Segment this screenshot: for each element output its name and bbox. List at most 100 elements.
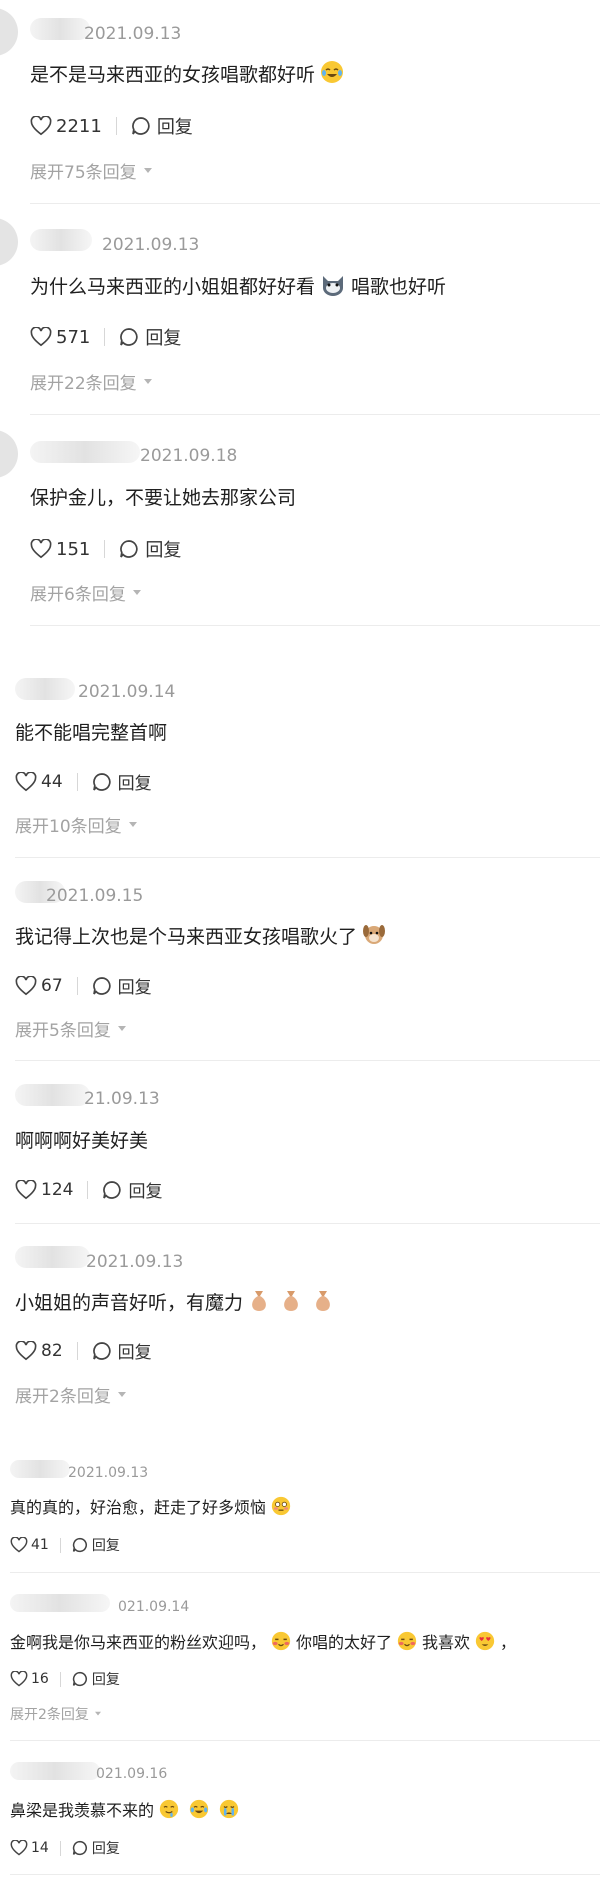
reply-label: 回复 [91,1672,120,1688]
heart-eyes-emoji-icon [475,1631,495,1651]
avatar[interactable] [0,8,18,56]
speech-bubble-icon [92,976,111,995]
reply-button[interactable]: 回复 [92,973,152,998]
username-blurred[interactable] [30,18,90,40]
reply-button[interactable]: 回复 [72,1535,120,1555]
like-count: 571 [56,326,91,348]
like-count: 2211 [56,115,102,137]
reply-label: 回复 [128,1182,163,1202]
expand-replies-button[interactable]: 展开10条回复 [15,812,138,837]
like-button[interactable]: 2211 [30,116,102,137]
reply-button[interactable]: 回复 [72,1838,120,1858]
expand-replies-button[interactable]: 展开75条回复 [30,158,153,183]
reply-button[interactable]: 回复 [131,113,193,139]
caret-down-icon [143,167,152,173]
blush-emoji-icon [271,1631,291,1651]
heart-icon [10,1537,28,1553]
like-count: 41 [31,1537,49,1553]
avatar[interactable] [0,430,18,478]
comment-actions: 44 回复 [15,769,152,794]
heart-icon [15,1179,37,1199]
username-blurred[interactable] [10,1762,100,1780]
caret-down-icon [94,1711,101,1716]
divider [76,976,78,995]
divider [104,328,106,346]
separator [10,1740,600,1741]
cat-emoji-icon [323,276,344,296]
username-blurred[interactable] [10,1460,70,1478]
reply-button[interactable]: 回复 [72,1669,120,1689]
reply-button[interactable]: 回复 [119,536,181,562]
comment-text: 啊啊啊好美好美 [15,1130,149,1152]
comment-text: 为什么马来西亚的小姐姐都好好看 唱歌也好听 [30,272,446,299]
reply-label: 回复 [145,328,182,349]
username-blurred[interactable] [15,1246,90,1268]
heart-icon [10,1671,28,1687]
comment-date: 2021.09.18 [140,446,238,466]
expand-replies-button[interactable]: 展开22条回复 [30,369,153,394]
expand-replies-button[interactable]: 展开2条回复 [15,1382,127,1407]
expand-replies-label: 展开6条回复 [30,585,126,605]
expand-replies-button[interactable]: 展开2条回复 [10,1704,102,1724]
comment-actions: 67 回复 [15,973,152,998]
separator [30,414,600,415]
username-blurred[interactable] [15,678,75,700]
money-bag-emoji-icon [284,1291,298,1311]
like-button[interactable]: 67 [15,975,63,996]
divider [59,1671,61,1687]
speech-bubble-icon [92,1341,111,1360]
like-count: 151 [56,538,91,560]
comment-date: 021.09.16 [96,1766,168,1782]
comment-date: 2021.09.14 [78,682,176,702]
like-button[interactable]: 41 [10,1537,49,1553]
comment-actions: 151 回复 [30,536,181,562]
caret-down-icon [143,378,152,384]
comment-actions: 16 回复 [10,1669,120,1689]
reply-label: 回复 [91,1841,120,1857]
heart-icon [30,327,52,347]
expand-replies-button[interactable]: 展开5条回复 [15,1016,127,1041]
reply-button[interactable]: 回复 [92,1338,152,1363]
speech-bubble-icon [120,328,138,346]
comment-date: 21.09.13 [84,1089,160,1109]
comment-actions: 14 回复 [10,1838,120,1858]
like-button[interactable]: 16 [10,1671,49,1687]
avatar[interactable] [0,218,18,266]
reply-label: 回复 [91,1538,120,1554]
crying-emoji-icon [219,1799,239,1819]
like-button[interactable]: 82 [15,1340,63,1361]
caret-down-icon [117,1391,126,1397]
like-button[interactable]: 44 [15,771,63,792]
separator [10,1572,600,1573]
heart-icon [15,771,37,791]
username-blurred[interactable] [15,1084,90,1106]
like-button[interactable]: 571 [30,327,90,348]
speech-bubble-icon [72,1840,87,1856]
username-blurred[interactable] [30,441,140,463]
like-button[interactable]: 124 [15,1179,73,1200]
reply-button[interactable]: 回复 [119,324,181,350]
caret-down-icon [128,821,137,827]
username-blurred[interactable] [30,229,92,251]
heart-icon [30,539,52,559]
flushed-emoji-icon [271,1496,291,1516]
expand-replies-button[interactable]: 展开6条回复 [30,580,142,605]
divider [87,1180,89,1199]
divider [76,1341,78,1360]
blush-emoji-icon [397,1631,417,1651]
expand-replies-label: 展开75条回复 [30,163,137,183]
speech-bubble-icon [120,540,138,558]
separator [10,1874,600,1875]
speech-bubble-icon [92,772,111,791]
reply-button[interactable]: 回复 [102,1177,162,1202]
reply-button[interactable]: 回复 [92,769,152,794]
like-button[interactable]: 14 [10,1840,49,1856]
like-button[interactable]: 151 [30,539,90,560]
separator [15,1223,600,1224]
like-count: 82 [41,1340,63,1361]
comment-actions: 82 回复 [15,1338,152,1363]
separator [15,1060,600,1061]
comment-date: 2021.09.13 [102,235,200,255]
comment-date: 2021.09.13 [86,1252,184,1272]
username-blurred[interactable] [10,1594,110,1612]
